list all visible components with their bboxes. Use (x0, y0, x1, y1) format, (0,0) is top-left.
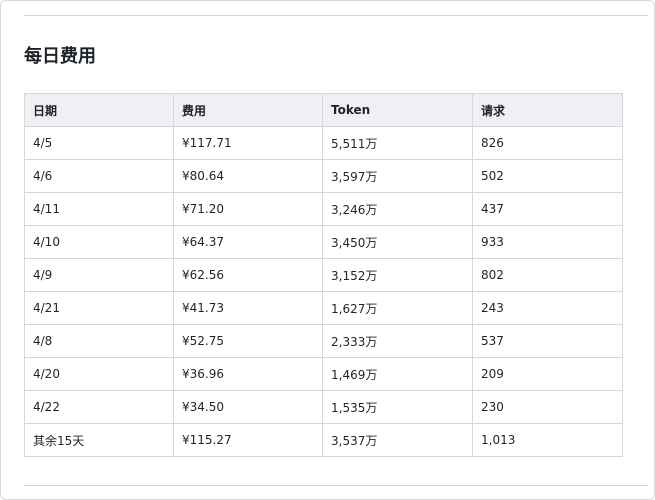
cell-cost: ¥115.27 (173, 423, 323, 457)
cell-token: 5,511万 (322, 126, 473, 160)
table-header-row: 日期 费用 Token 请求 (24, 93, 623, 127)
cell-date: 4/20 (24, 357, 174, 391)
cell-date: 4/10 (24, 225, 174, 259)
cell-date: 4/21 (24, 291, 174, 325)
cell-cost: ¥71.20 (173, 192, 323, 226)
cell-cost: ¥117.71 (173, 126, 323, 160)
cell-date: 4/22 (24, 390, 174, 424)
cell-requests: 437 (472, 192, 623, 226)
cell-token: 3,537万 (322, 423, 473, 457)
cell-cost: ¥41.73 (173, 291, 323, 325)
cell-date: 4/11 (24, 192, 174, 226)
section-title: 每日费用 (24, 46, 96, 67)
cell-date: 4/6 (24, 159, 174, 193)
cell-requests: 537 (472, 324, 623, 358)
cell-token: 2,333万 (322, 324, 473, 358)
table-row: 4/10 ¥64.37 3,450万 933 (24, 225, 623, 259)
cell-cost: ¥64.37 (173, 225, 323, 259)
table-row: 4/5 ¥117.71 5,511万 826 (24, 126, 623, 160)
cell-date: 4/9 (24, 258, 174, 292)
cell-token: 3,450万 (322, 225, 473, 259)
cell-requests: 1,013 (472, 423, 623, 457)
cell-requests: 802 (472, 258, 623, 292)
table-row: 4/9 ¥62.56 3,152万 802 (24, 258, 623, 292)
daily-cost-panel: 每日费用 日期 费用 Token 请求 4/5 ¥117.71 5,511万 8… (0, 0, 655, 500)
cell-cost: ¥36.96 (173, 357, 323, 391)
column-header-date: 日期 (24, 93, 174, 127)
table-row: 4/21 ¥41.73 1,627万 243 (24, 291, 623, 325)
cell-date: 4/8 (24, 324, 174, 358)
cell-date: 其余15天 (24, 423, 174, 457)
cell-token: 1,535万 (322, 390, 473, 424)
table-row: 其余15天 ¥115.27 3,537万 1,013 (24, 423, 623, 457)
table-row: 4/11 ¥71.20 3,246万 437 (24, 192, 623, 226)
cell-cost: ¥80.64 (173, 159, 323, 193)
cell-requests: 209 (472, 357, 623, 391)
cell-token: 3,597万 (322, 159, 473, 193)
top-divider (24, 15, 648, 16)
cell-cost: ¥62.56 (173, 258, 323, 292)
bottom-divider (24, 485, 648, 486)
daily-cost-table: 日期 费用 Token 请求 4/5 ¥117.71 5,511万 826 4/… (24, 93, 623, 457)
cell-cost: ¥34.50 (173, 390, 323, 424)
cell-requests: 933 (472, 225, 623, 259)
table-row: 4/6 ¥80.64 3,597万 502 (24, 159, 623, 193)
cell-requests: 826 (472, 126, 623, 160)
column-header-requests: 请求 (472, 93, 623, 127)
cell-token: 3,152万 (322, 258, 473, 292)
table-row: 4/22 ¥34.50 1,535万 230 (24, 390, 623, 424)
column-header-cost: 费用 (173, 93, 323, 127)
cell-token: 1,469万 (322, 357, 473, 391)
table-row: 4/20 ¥36.96 1,469万 209 (24, 357, 623, 391)
cell-cost: ¥52.75 (173, 324, 323, 358)
cell-date: 4/5 (24, 126, 174, 160)
table-row: 4/8 ¥52.75 2,333万 537 (24, 324, 623, 358)
cell-requests: 243 (472, 291, 623, 325)
column-header-token: Token (322, 93, 473, 127)
cell-token: 1,627万 (322, 291, 473, 325)
cell-requests: 502 (472, 159, 623, 193)
cell-token: 3,246万 (322, 192, 473, 226)
cell-requests: 230 (472, 390, 623, 424)
